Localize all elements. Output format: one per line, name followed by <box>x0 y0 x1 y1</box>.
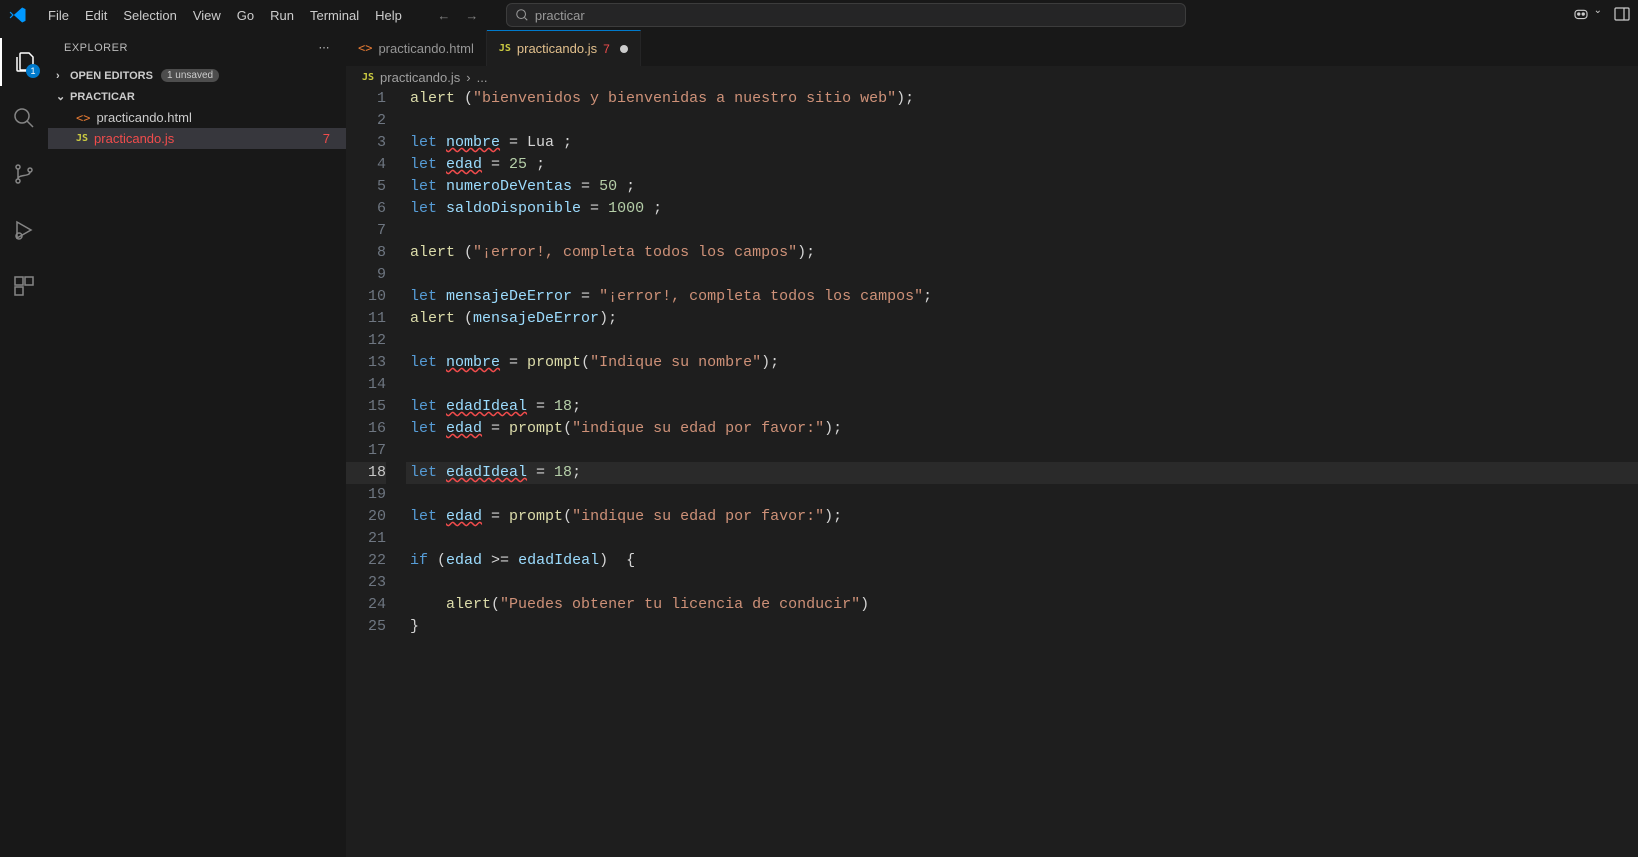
tab-practicando-js[interactable]: JS practicando.js 7 <box>487 30 641 66</box>
menu-run[interactable]: Run <box>262 4 302 27</box>
layout-toggle-icon[interactable] <box>1614 6 1630 25</box>
tab-problem-count: 7 <box>603 42 610 56</box>
activity-search[interactable] <box>0 94 48 142</box>
more-icon[interactable]: ⋯ <box>319 41 331 54</box>
unsaved-dot-icon <box>620 45 628 53</box>
chevron-right-icon: › <box>466 70 470 85</box>
play-bug-icon <box>12 218 36 242</box>
editor-body[interactable]: 1234567891011121314151617181920212223242… <box>346 88 1638 857</box>
open-editors-section[interactable]: › OPEN EDITORS 1 unsaved <box>48 65 346 86</box>
tabs-bar: <> practicando.html JS practicando.js 7 <box>346 30 1638 66</box>
js-icon: JS <box>76 133 88 144</box>
chevron-right-icon: › <box>56 70 66 82</box>
git-branch-icon <box>12 162 36 186</box>
file-item[interactable]: <> practicando.html <box>48 107 346 128</box>
command-center[interactable]: practicar <box>506 3 1186 27</box>
code-content[interactable]: alert ("bienvenidos y bienvenidas a nues… <box>406 88 1638 857</box>
file-list: <> practicando.html JS practicando.js 7 <box>48 107 346 149</box>
js-icon: JS <box>362 72 374 83</box>
folder-section[interactable]: ⌄ PRACTICAR <box>48 86 346 107</box>
problem-count: 7 <box>323 131 330 146</box>
activity-explorer[interactable]: 1 <box>0 38 48 86</box>
search-icon <box>12 106 36 130</box>
activity-source-control[interactable] <box>0 150 48 198</box>
menu-view[interactable]: View <box>185 4 229 27</box>
tab-label: practicando.html <box>378 41 473 56</box>
menu-edit[interactable]: Edit <box>77 4 115 27</box>
menu-go[interactable]: Go <box>229 4 262 27</box>
activity-badge: 1 <box>26 64 40 78</box>
breadcrumb-suffix: ... <box>477 70 488 85</box>
line-gutter: 1234567891011121314151617181920212223242… <box>346 88 406 857</box>
unsaved-badge: 1 unsaved <box>161 69 219 82</box>
html-icon: <> <box>76 111 90 125</box>
html-icon: <> <box>358 41 372 55</box>
breadcrumb[interactable]: JS practicando.js › ... <box>346 66 1638 88</box>
editor-area: <> practicando.html JS practicando.js 7 JS p… <box>346 30 1638 857</box>
nav-forward-icon[interactable]: → <box>462 8 482 23</box>
explorer-title: EXPLORER <box>64 42 128 54</box>
vscode-logo-icon <box>8 5 28 25</box>
activity-run-debug[interactable] <box>0 206 48 254</box>
tab-practicando-html[interactable]: <> practicando.html <box>346 30 487 66</box>
nav-back-icon[interactable]: ← <box>434 8 454 23</box>
extensions-icon <box>12 274 36 298</box>
js-icon: JS <box>499 43 511 54</box>
menu-file[interactable]: File <box>40 4 77 27</box>
sidebar: EXPLORER ⋯ › OPEN EDITORS 1 unsaved ⌄ PR… <box>48 30 346 857</box>
activity-extensions[interactable] <box>0 262 48 310</box>
menu-help[interactable]: Help <box>367 4 410 27</box>
title-bar: FileEditSelectionViewGoRunTerminalHelp ←… <box>0 0 1638 30</box>
search-label: practicar <box>535 8 585 23</box>
search-icon <box>515 8 529 22</box>
file-item[interactable]: JS practicando.js 7 <box>48 128 346 149</box>
chevron-down-icon: ⌄ <box>56 90 66 103</box>
nav-arrows: ← → <box>434 8 482 23</box>
menu-bar: FileEditSelectionViewGoRunTerminalHelp <box>40 4 410 27</box>
copilot-icon[interactable]: ⌄ <box>1572 5 1602 26</box>
breadcrumb-file: practicando.js <box>380 70 460 85</box>
activity-bar: 1 <box>0 30 48 857</box>
file-name: practicando.js <box>94 131 317 146</box>
tab-label: practicando.js <box>517 41 597 56</box>
menu-selection[interactable]: Selection <box>115 4 184 27</box>
file-name: practicando.html <box>96 110 338 125</box>
menu-terminal[interactable]: Terminal <box>302 4 367 27</box>
